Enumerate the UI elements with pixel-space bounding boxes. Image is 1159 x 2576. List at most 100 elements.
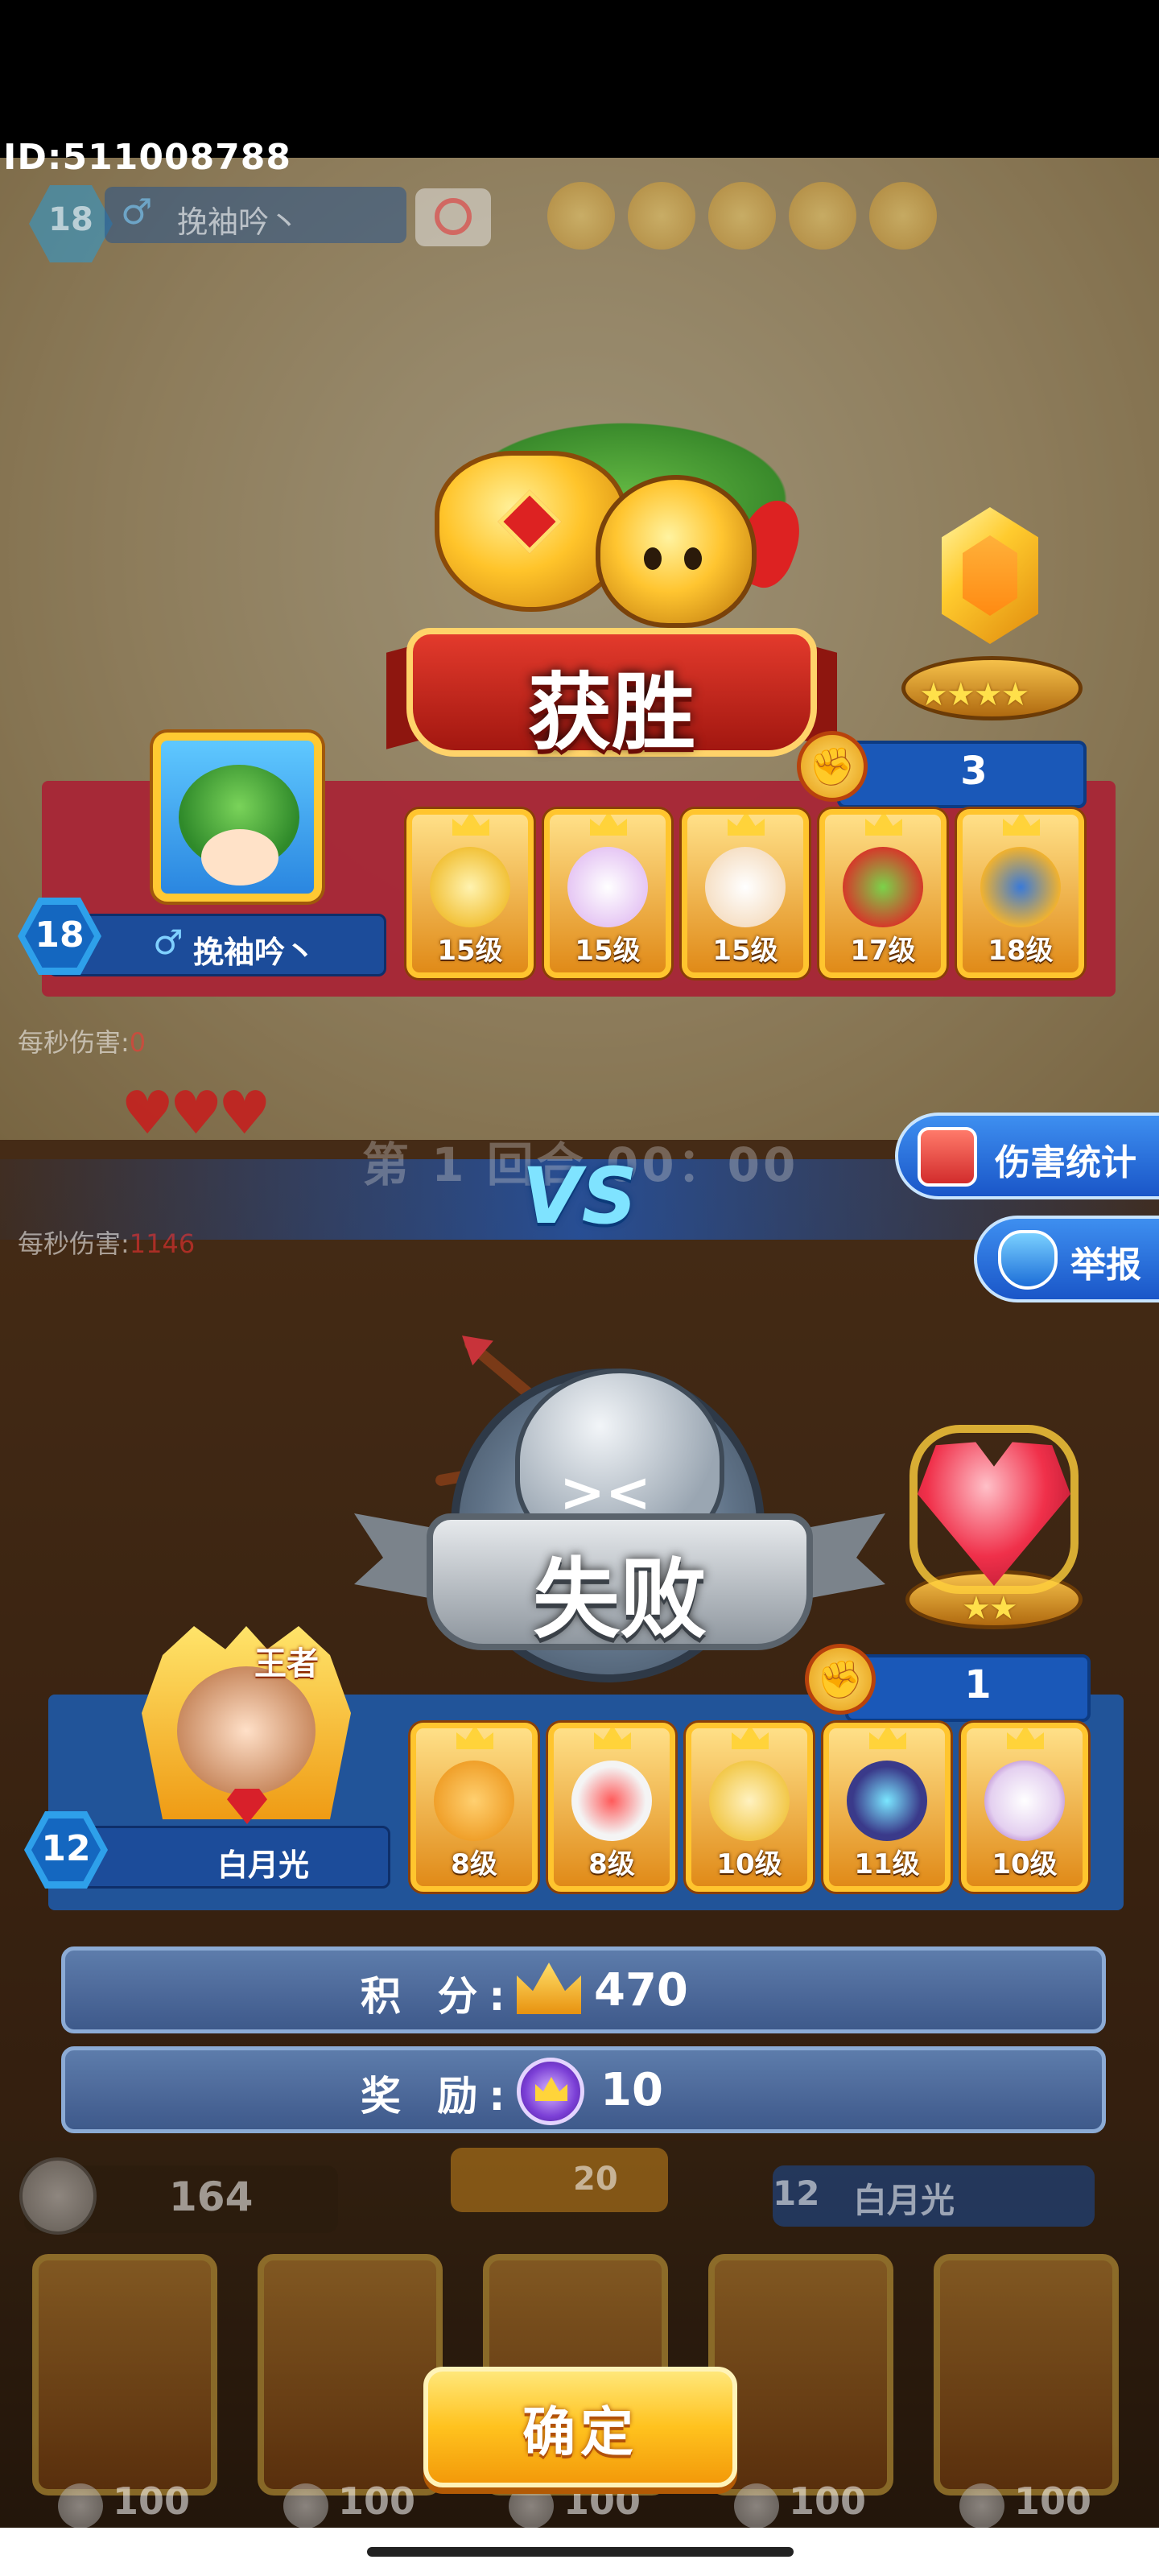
hero-card[interactable]: 17级: [819, 809, 947, 978]
header-hero-icon: [869, 182, 937, 250]
shield-icon: [998, 1230, 1058, 1290]
shop-hero-card[interactable]: [258, 2254, 443, 2496]
hero-card[interactable]: 15级: [406, 809, 534, 978]
hero-level: 10级: [716, 1848, 782, 1880]
hero-card[interactable]: 8级: [410, 1723, 538, 1892]
shop-hero-card[interactable]: [32, 2254, 217, 2496]
top-dps-readout: 每秒伤害:0: [18, 1022, 146, 1059]
hero-portrait: [430, 847, 510, 927]
coin-icon: [509, 2483, 554, 2529]
crown-icon: [452, 815, 489, 836]
account-id: ID:511008788: [3, 137, 292, 178]
coin-icon: [734, 2483, 779, 2529]
header-hero-icon: [789, 182, 856, 250]
hero-portrait: [705, 847, 786, 927]
bottom-dps-readout: 每秒伤害:1146: [18, 1224, 195, 1261]
hero-level: 15级: [437, 935, 503, 967]
fist-icon: ✊: [805, 1644, 876, 1715]
crown-icon: [728, 815, 765, 836]
fist-icon: ✊: [797, 731, 868, 802]
crown-icon: [865, 815, 902, 836]
reward-label: 奖 励:: [361, 2073, 517, 2120]
victory-player-level: 18: [35, 914, 85, 956]
coin-icon: [19, 2157, 97, 2235]
coin-icon: [283, 2483, 328, 2529]
confirm-button-label: 确定: [522, 2401, 638, 2463]
hero-portrait: [980, 847, 1061, 927]
hero-portrait: [847, 1761, 927, 1841]
hero-portrait: [434, 1761, 514, 1841]
hero-portrait: [843, 847, 923, 927]
coin-balance: 164: [169, 2174, 254, 2220]
shop-player-name: 白月光: [853, 2181, 955, 2220]
defeat-player-name: 白月光: [217, 1847, 310, 1883]
hero-level: 8级: [451, 1848, 497, 1880]
hero-card[interactable]: 11级: [823, 1723, 951, 1892]
header-hero-icon: [708, 182, 776, 250]
crown-icon: [732, 1728, 769, 1749]
stats-list-icon: [918, 1127, 977, 1187]
hero-level: 15级: [712, 935, 778, 967]
defeat-player-level: 12: [41, 1828, 91, 1869]
shop-price: 100: [1014, 2479, 1092, 2523]
reward-value: 10: [600, 2064, 663, 2116]
hero-portrait: [571, 1761, 652, 1841]
refresh-cost-bar: [451, 2148, 668, 2212]
shop-price: 100: [789, 2479, 867, 2523]
vs-label: VS: [522, 1151, 637, 1241]
rank-stars: ★★★★: [919, 676, 1029, 713]
hero-card[interactable]: 15级: [682, 809, 809, 978]
refresh-cost: 20: [573, 2161, 618, 2198]
shop-player-level: 12: [773, 2174, 820, 2213]
header-hero-icon: [628, 182, 695, 250]
defeat-title: 失败: [532, 1550, 707, 1650]
hero-level: 8级: [588, 1848, 635, 1880]
hero-level: 11级: [854, 1848, 920, 1880]
hero-card[interactable]: 10级: [686, 1723, 813, 1892]
hero-portrait: [984, 1761, 1065, 1841]
defeat-player-avatar[interactable]: [177, 1666, 316, 1795]
dps-value: 1146: [129, 1228, 196, 1259]
crown-icon: [594, 1728, 631, 1749]
score-reward-row: [61, 1946, 1106, 2033]
shop-price: 100: [113, 2479, 191, 2523]
crown-icon: [456, 1728, 493, 1749]
crown-icon: [590, 815, 627, 836]
crown-icon: [869, 1728, 906, 1749]
defeat-score: 1: [964, 1662, 992, 1707]
header-level: 18: [48, 201, 93, 238]
hero-card[interactable]: 8级: [548, 1723, 675, 1892]
report-label: 举报: [1070, 1245, 1141, 1286]
dps-value: 0: [129, 1027, 146, 1058]
victory-title: 获胜: [527, 663, 695, 762]
hero-level: 15级: [575, 935, 641, 967]
header-player-name: 挽袖吟丶: [177, 204, 300, 240]
coin-icon: [959, 2483, 1004, 2529]
avatar-face: [201, 829, 278, 886]
shop-price: 100: [338, 2479, 416, 2523]
victory-score: 3: [960, 749, 988, 794]
coin-icon: [58, 2483, 103, 2529]
rank-stars: ★★: [962, 1590, 1018, 1627]
score-value: 470: [594, 1964, 688, 2017]
header-hero-icon: [547, 182, 615, 250]
crown-icon: [1003, 815, 1040, 836]
lives-hearts: ♥♥♥: [121, 1079, 271, 1148]
dps-label: 每秒伤害:: [18, 1027, 130, 1058]
dps-label: 每秒伤害:: [18, 1228, 130, 1259]
hero-card[interactable]: 18级: [957, 809, 1084, 978]
hero-portrait: [567, 847, 648, 927]
hero-level: 18级: [988, 935, 1054, 967]
damage-stats-label: 伤害统计: [995, 1142, 1136, 1183]
knight-eye: [684, 547, 702, 570]
victory-player-name: 挽袖吟丶: [193, 935, 316, 970]
male-icon: ♂: [121, 192, 153, 233]
knight-eye: [644, 547, 662, 570]
hero-card[interactable]: 10级: [961, 1723, 1088, 1892]
victory-player-avatar[interactable]: [153, 733, 322, 902]
home-indicator[interactable]: [367, 2547, 794, 2557]
shop-hero-card[interactable]: [934, 2254, 1119, 2496]
no-entry-icon: [435, 198, 472, 235]
hero-card[interactable]: 15级: [544, 809, 671, 978]
hero-portrait: [709, 1761, 790, 1841]
